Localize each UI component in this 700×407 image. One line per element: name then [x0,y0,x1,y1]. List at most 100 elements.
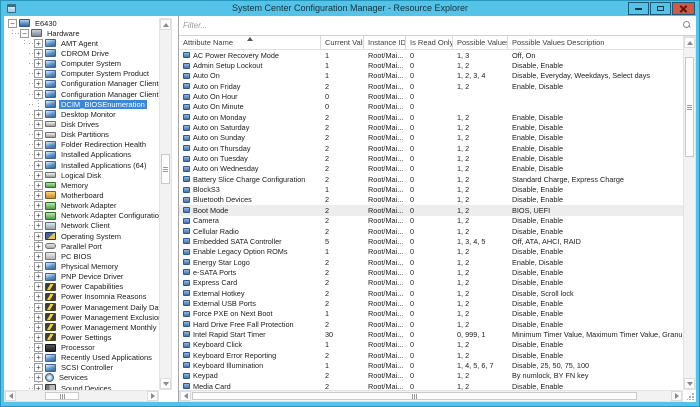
expand-toggle-icon[interactable] [20,28,29,38]
close-button[interactable] [672,2,695,15]
tree-item[interactable]: SCSI Controller [4,363,159,373]
expand-toggle-icon[interactable] [34,140,43,150]
tree-vscroll-thumb[interactable] [161,154,170,184]
table-row[interactable]: Auto on Wednesday 2 Root/Mai... 0 1, 2 E… [179,164,683,174]
table-row[interactable]: Auto On Minute 0 Root/Mai... 0 [179,102,683,112]
table-row[interactable]: Auto on Thursday 2 Root/Mai... 0 1, 2 En… [179,143,683,153]
expand-toggle-icon[interactable] [34,79,43,89]
table-row[interactable]: Media Card 2 Root/Mai... 0 1, 2 Disable,… [179,381,683,390]
expand-toggle-icon[interactable] [34,211,43,221]
tree-item[interactable]: DCIM_BIOSEnumeration [4,99,159,109]
tree-item[interactable]: AMT Agent [4,38,159,48]
expand-toggle-icon[interactable] [34,221,43,231]
table-row[interactable]: External USB Ports 2 Root/Mai... 0 1, 2 … [179,298,683,308]
expand-toggle-icon[interactable] [34,160,43,170]
tree-item[interactable]: Network Adapter [4,201,159,211]
table-row[interactable]: Auto on Tuesday 2 Root/Mai... 0 1, 2 Ena… [179,153,683,163]
column-header[interactable]: Is Read Only [406,36,453,49]
expand-toggle-icon[interactable] [34,59,43,69]
expand-toggle-icon[interactable] [34,282,43,292]
expand-toggle-icon[interactable] [34,332,43,342]
table-row[interactable]: Boot Mode 2 Root/Mai... 0 1, 2 BIOS, UEF… [179,205,683,216]
table-row[interactable]: Auto On Hour 0 Root/Mai... 0 [179,91,683,101]
expand-toggle-icon[interactable] [34,180,43,190]
tree-item[interactable]: Folder Redirection Health [4,140,159,150]
expand-toggle-icon[interactable] [8,18,17,28]
scroll-down-button[interactable] [684,378,695,389]
scroll-up-button[interactable] [684,37,695,48]
tree-item[interactable]: Motherboard [4,190,159,200]
tree-item[interactable]: PC BIOS [4,251,159,261]
table-row[interactable]: Battery Slice Charge Configuration 2 Roo… [179,174,683,184]
tree-item[interactable]: Power Capabilities [4,282,159,292]
table-row[interactable]: e-SATA Ports 2 Root/Mai... 0 1, 2 Disabl… [179,267,683,277]
expand-toggle-icon[interactable] [34,130,43,140]
table-row[interactable]: Admin Setup Lockout 1 Root/Mai... 0 1, 2… [179,60,683,70]
expand-toggle-icon[interactable] [34,373,43,383]
expand-toggle-icon[interactable] [34,353,43,363]
scroll-left-button[interactable] [180,391,191,401]
scroll-right-button[interactable] [671,391,682,401]
minimize-button[interactable] [628,2,649,15]
tree-item[interactable]: Memory [4,180,159,190]
expand-toggle-icon[interactable] [34,261,43,271]
expand-toggle-icon[interactable] [34,251,43,261]
tree-item[interactable]: Physical Memory [4,261,159,271]
table-row[interactable]: AC Power Recovery Mode 1 Root/Mai... 0 1… [179,50,683,60]
grid-vertical-scrollbar[interactable] [683,36,696,390]
tree-item[interactable]: Installed Applications (64) [4,160,159,170]
tree-item[interactable]: Processor [4,343,159,353]
expand-toggle-icon[interactable] [34,322,43,332]
column-header[interactable]: Possible Values Description [508,36,683,49]
tree-item[interactable]: Desktop Monitor [4,109,159,119]
table-row[interactable]: Cellular Radio 2 Root/Mai... 0 1, 2 Disa… [179,226,683,236]
expand-toggle-icon[interactable] [34,109,43,119]
table-row[interactable]: Embedded SATA Controller 5 Root/Mai... 0… [179,236,683,246]
tree-item[interactable]: Logical Disk [4,170,159,180]
tree-item[interactable]: CDROM Drive [4,48,159,58]
resize-grip[interactable] [683,390,696,402]
tree-item[interactable]: Parallel Port [4,241,159,251]
expand-toggle-icon[interactable] [34,231,43,241]
expand-toggle-icon[interactable] [34,48,43,58]
tree-item[interactable]: Recently Used Applications [4,353,159,363]
table-row[interactable]: External Hotkey 2 Root/Mai... 0 1, 2 Dis… [179,288,683,298]
tree-item[interactable]: Disk Partitions [4,130,159,140]
table-row[interactable]: Auto on Friday 2 Root/Mai... 0 1, 2 Enab… [179,81,683,91]
table-row[interactable]: Bluetooth Devices 2 Root/Mai... 0 1, 2 D… [179,195,683,205]
column-header[interactable]: Instance ID [364,36,406,49]
table-row[interactable]: Intel Rapid Start Timer 30 Root/Mai... 0… [179,329,683,339]
column-header[interactable]: Current Value [321,36,364,49]
scroll-up-button[interactable] [160,19,171,30]
expand-toggle-icon[interactable] [34,292,43,302]
tree-horizontal-scrollbar[interactable] [4,390,159,402]
expand-toggle-icon[interactable] [34,343,43,353]
tree-item[interactable]: Power Management Daily Data [4,302,159,312]
expand-toggle-icon[interactable] [34,302,43,312]
table-row[interactable]: Hard Drive Free Fall Protection 2 Root/M… [179,319,683,329]
column-header[interactable]: Possible Values [453,36,508,49]
tree-item[interactable]: Network Client [4,221,159,231]
tree-item[interactable]: Disk Drives [4,119,159,129]
tree-item[interactable]: Power Management Exclusion S [4,312,159,322]
expand-toggle-icon[interactable] [34,89,43,99]
filter-input[interactable] [181,18,676,33]
table-row[interactable]: Keyboard Illumination 1 Root/Mai... 0 1,… [179,360,683,370]
tree-hscroll-thumb[interactable] [45,392,79,400]
expand-toggle-icon[interactable] [34,119,43,129]
scroll-left-button[interactable] [5,391,16,401]
table-row[interactable]: Energy Star Logo 2 Root/Mai... 0 1, 2 En… [179,257,683,267]
grid-hscroll-thumb[interactable] [192,392,637,400]
tree-item[interactable]: Network Adapter Configuration [4,211,159,221]
tree-item[interactable]: Services [4,373,159,383]
table-row[interactable]: BlockS3 1 Root/Mai... 0 1, 2 Disable, En… [179,184,683,194]
expand-toggle-icon[interactable] [34,363,43,373]
scroll-down-button[interactable] [160,378,171,389]
tree-item[interactable]: Configuration Manager Client St [4,89,159,99]
scroll-right-button[interactable] [147,391,158,401]
grid-vscroll-thumb[interactable] [685,57,694,157]
tree-vertical-scrollbar[interactable] [159,18,172,390]
table-row[interactable]: Auto on Sunday 2 Root/Mai... 0 1, 2 Enab… [179,133,683,143]
maximize-button[interactable] [650,2,671,15]
tree-item[interactable]: PNP Device Driver [4,272,159,282]
